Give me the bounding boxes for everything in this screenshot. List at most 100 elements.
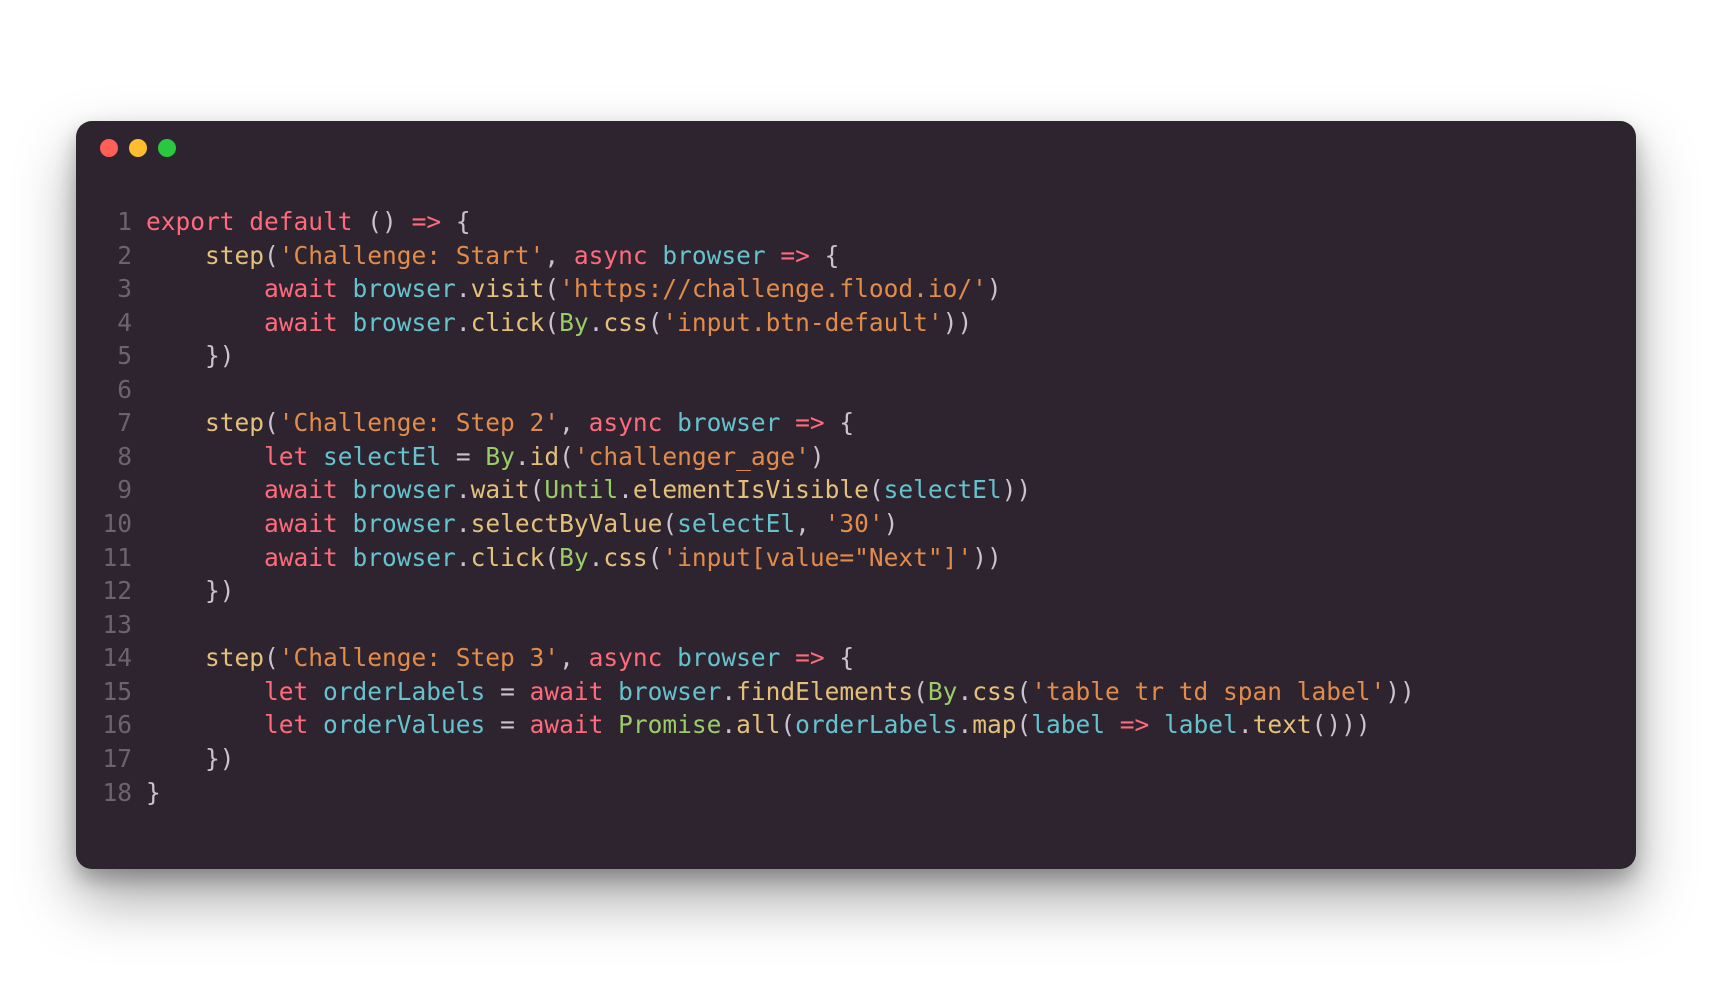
code-token: step bbox=[205, 241, 264, 270]
code-token bbox=[146, 475, 264, 504]
code-token: . bbox=[456, 543, 471, 572]
code-token: Until bbox=[544, 475, 618, 504]
code-token: browser bbox=[353, 308, 456, 337]
code-editor[interactable]: 1export default () => {2 step('Challenge… bbox=[76, 175, 1636, 809]
code-window: 1export default () => {2 step('Challenge… bbox=[76, 121, 1636, 869]
code-token: . bbox=[721, 710, 736, 739]
code-token: css bbox=[603, 543, 647, 572]
code-line: 14 step('Challenge: Step 3', async brows… bbox=[94, 641, 1606, 675]
code-token: , bbox=[559, 643, 589, 672]
code-token: ( bbox=[264, 408, 279, 437]
code-token: step bbox=[205, 643, 264, 672]
code-token: selectEl bbox=[323, 442, 441, 471]
code-line: 17 }) bbox=[94, 742, 1606, 776]
code-token bbox=[146, 677, 264, 706]
code-line: 11 await browser.click(By.css('input[val… bbox=[94, 541, 1606, 575]
code-token: ) bbox=[987, 274, 1002, 303]
code-token: 'input.btn-default' bbox=[662, 308, 942, 337]
code-line: 15 let orderLabels = await browser.findE… bbox=[94, 675, 1606, 709]
maximize-icon[interactable] bbox=[158, 139, 176, 157]
line-number: 15 bbox=[94, 675, 146, 709]
code-token: ( bbox=[648, 308, 663, 337]
code-token: By bbox=[559, 543, 589, 572]
code-token: = bbox=[441, 442, 485, 471]
code-token: . bbox=[515, 442, 530, 471]
code-token: . bbox=[456, 308, 471, 337]
line-number: 8 bbox=[94, 440, 146, 474]
code-token: browser bbox=[677, 643, 780, 672]
code-token: async bbox=[574, 241, 648, 270]
code-line: 8 let selectEl = By.id('challenger_age') bbox=[94, 440, 1606, 474]
code-token bbox=[648, 241, 663, 270]
code-token: }) bbox=[146, 576, 235, 605]
code-token: await bbox=[264, 475, 338, 504]
code-token: browser bbox=[353, 543, 456, 572]
code-token: )) bbox=[1385, 677, 1415, 706]
code-token: => bbox=[795, 643, 825, 672]
code-token: 'Challenge: Step 2' bbox=[279, 408, 559, 437]
code-token bbox=[780, 408, 795, 437]
code-token: . bbox=[957, 677, 972, 706]
code-token: step bbox=[205, 408, 264, 437]
line-number: 10 bbox=[94, 507, 146, 541]
code-token: findElements bbox=[736, 677, 913, 706]
line-number: 3 bbox=[94, 272, 146, 306]
code-token: ( bbox=[544, 274, 559, 303]
code-token: click bbox=[471, 543, 545, 572]
code-token: By bbox=[559, 308, 589, 337]
code-token: { bbox=[825, 408, 855, 437]
code-token bbox=[308, 442, 323, 471]
code-token: selectEl bbox=[677, 509, 795, 538]
minimize-icon[interactable] bbox=[129, 139, 147, 157]
code-token bbox=[338, 274, 353, 303]
code-token: let bbox=[264, 442, 308, 471]
code-content: let selectEl = By.id('challenger_age') bbox=[146, 440, 825, 474]
code-token bbox=[146, 241, 205, 270]
code-token: ) bbox=[884, 509, 899, 538]
code-token bbox=[146, 643, 205, 672]
code-token: . bbox=[456, 274, 471, 303]
code-token: let bbox=[264, 710, 308, 739]
code-token: browser bbox=[353, 475, 456, 504]
code-token: )) bbox=[943, 308, 973, 337]
code-token: orderLabels bbox=[795, 710, 957, 739]
code-token: ( bbox=[559, 442, 574, 471]
code-token bbox=[766, 241, 781, 270]
code-token: 'Challenge: Start' bbox=[279, 241, 545, 270]
code-token: . bbox=[957, 710, 972, 739]
code-token: ( bbox=[662, 509, 677, 538]
line-number: 5 bbox=[94, 339, 146, 373]
code-token: ( bbox=[913, 677, 928, 706]
code-token: let bbox=[264, 677, 308, 706]
code-token bbox=[1105, 710, 1120, 739]
code-token: 'challenger_age' bbox=[574, 442, 810, 471]
code-token: . bbox=[618, 475, 633, 504]
line-number: 13 bbox=[94, 608, 146, 642]
code-token: 'table tr td span label' bbox=[1031, 677, 1385, 706]
code-token: 'Challenge: Step 3' bbox=[279, 643, 559, 672]
code-line: 4 await browser.click(By.css('input.btn-… bbox=[94, 306, 1606, 340]
code-line: 6 bbox=[94, 373, 1606, 407]
code-token bbox=[780, 643, 795, 672]
code-line: 5 }) bbox=[94, 339, 1606, 373]
code-line: 7 step('Challenge: Step 2', async browse… bbox=[94, 406, 1606, 440]
code-token: ( bbox=[869, 475, 884, 504]
close-icon[interactable] bbox=[100, 139, 118, 157]
code-token bbox=[603, 677, 618, 706]
code-content: await browser.wait(Until.elementIsVisibl… bbox=[146, 473, 1031, 507]
code-token: ( bbox=[264, 643, 279, 672]
code-token: ) bbox=[810, 442, 825, 471]
code-token: browser bbox=[662, 241, 765, 270]
code-token: => bbox=[412, 207, 442, 236]
line-number: 9 bbox=[94, 473, 146, 507]
code-content: }) bbox=[146, 339, 235, 373]
code-content: await browser.selectByValue(selectEl, '3… bbox=[146, 507, 898, 541]
code-token: map bbox=[972, 710, 1016, 739]
code-token: wait bbox=[471, 475, 530, 504]
code-line: 2 step('Challenge: Start', async browser… bbox=[94, 239, 1606, 273]
line-number: 17 bbox=[94, 742, 146, 776]
code-content: }) bbox=[146, 574, 235, 608]
code-token: click bbox=[471, 308, 545, 337]
code-token: { bbox=[825, 643, 855, 672]
code-token: By bbox=[485, 442, 515, 471]
